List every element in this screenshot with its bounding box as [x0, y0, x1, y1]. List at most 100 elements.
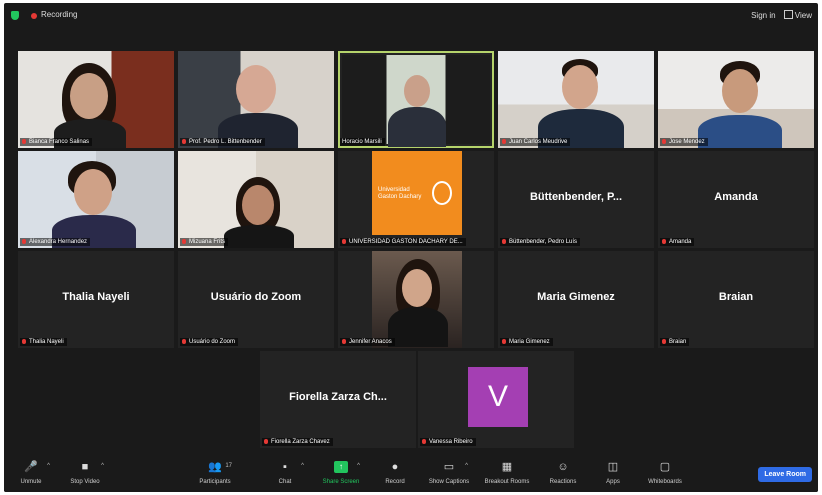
participant-name: Amanda — [669, 239, 692, 245]
participant-name: Thalia Nayeli — [29, 339, 64, 345]
video-tile-universidad[interactable]: Universidad Gaston Dachary UNIVERSIDAD G… — [338, 151, 494, 248]
view-label: View — [794, 11, 812, 20]
person-face — [402, 269, 432, 307]
topbar-right: Sign in View — [745, 10, 812, 20]
participant-label: Prof. Pedro L. Bittenbender — [180, 138, 265, 146]
participant-label: Usuário do Zoom — [180, 338, 239, 346]
video-tile-jose[interactable]: Jose Mendez — [658, 51, 814, 148]
apps-icon: ◫ — [607, 461, 619, 473]
participant-label: Büttenbender, Pedro Luís — [500, 238, 581, 246]
participant-label: Maria Gimenez — [500, 338, 553, 346]
participants-label: Participants — [199, 479, 231, 485]
avatar: V — [468, 367, 528, 427]
logo-text: Universidad Gaston Dachary — [378, 187, 422, 200]
security-shield-icon[interactable] — [11, 11, 19, 20]
participant-name: Maria Gimenez — [509, 339, 550, 345]
university-logo: Universidad Gaston Dachary — [372, 151, 462, 235]
video-tile-amanda[interactable]: Amanda Amanda — [658, 151, 814, 248]
share-screen-icon: ↑ — [334, 461, 348, 473]
video-tile-usuario-zoom[interactable]: Usuário do Zoom Usuário do Zoom — [178, 251, 334, 348]
person-face — [70, 73, 108, 119]
leave-button[interactable]: Leave Room — [758, 467, 812, 482]
participant-label: Horacio Marsili — [340, 138, 385, 146]
participant-name: Braian — [669, 339, 687, 345]
video-tile-fiorella[interactable]: Fiorella Zarza Ch... Fiorella Zarza Chav… — [260, 351, 416, 448]
video-tile-thalia[interactable]: Thalia Nayeli Thalia Nayeli — [18, 251, 174, 348]
muted-mic-icon — [662, 239, 666, 244]
chevron-up-icon[interactable]: ^ — [101, 463, 104, 469]
view-button[interactable]: View — [783, 10, 812, 20]
chevron-up-icon[interactable]: ^ — [465, 463, 468, 469]
chat-label: Chat — [278, 479, 292, 485]
sign-in-link[interactable]: Sign in — [751, 11, 775, 20]
participant-label: Thalia Nayeli — [20, 338, 67, 346]
participant-name: Jose Mendez — [669, 139, 705, 145]
reactions-button[interactable]: ☺ Reactions — [536, 461, 590, 485]
smiley-icon: ☺ — [557, 461, 569, 473]
participant-label: Vanessa Ribeiro — [420, 438, 476, 446]
participant-label: Juan Carlos Meudrive — [500, 138, 571, 146]
participant-display-name: Braian — [718, 291, 754, 303]
participant-name: Alexandra Hernandez — [29, 239, 88, 245]
participant-display-name: Fiorella Zarza Ch... — [289, 391, 387, 403]
participant-label: Braian — [660, 338, 690, 346]
record-icon: ● — [391, 461, 399, 473]
chat-button[interactable]: ▪ ^ Chat — [258, 461, 312, 485]
video-tile-bianca[interactable]: Bianca Franco Salinas — [18, 51, 174, 148]
video-tile-juan-carlos[interactable]: Juan Carlos Meudrive — [498, 51, 654, 148]
person-face — [74, 169, 112, 215]
stop-video-button[interactable]: ■ ^ Stop Video — [58, 461, 112, 485]
unmute-button[interactable]: 🎤 ^ Unmute — [4, 461, 58, 485]
participants-button[interactable]: 👥 17 Participants — [188, 461, 242, 485]
muted-mic-icon — [662, 339, 666, 344]
participant-name: Büttenbender, Pedro Luís — [509, 239, 578, 245]
muted-mic-icon — [182, 339, 186, 344]
muted-mic-icon — [342, 239, 346, 244]
show-captions-button[interactable]: ▭ ^ Show Captions — [422, 461, 476, 485]
muted-mic-icon — [182, 239, 186, 244]
video-tile-jennifer[interactable]: Jennifer Anacos — [338, 251, 494, 348]
muted-mic-icon: 🎤 — [24, 461, 38, 473]
participant-label: Mizuana Frits — [180, 238, 229, 246]
meeting-toolbar: 🎤 ^ Unmute ■ ^ Stop Video 👥 17 Participa… — [4, 458, 818, 492]
apps-button[interactable]: ◫ Apps — [586, 461, 640, 485]
person-face — [722, 69, 758, 113]
share-screen-label: Share Screen — [322, 479, 360, 485]
participant-label: Amanda — [660, 238, 695, 246]
muted-mic-icon — [22, 139, 26, 144]
video-tile-horacio[interactable]: Horacio Marsili — [338, 51, 494, 148]
muted-mic-icon — [502, 239, 506, 244]
breakout-rooms-button[interactable]: ▦ Breakout Rooms — [480, 461, 534, 485]
video-tile-alexandra[interactable]: Alexandra Hernandez — [18, 151, 174, 248]
chevron-up-icon[interactable]: ^ — [47, 463, 50, 469]
share-screen-button[interactable]: ↑ ^ Share Screen — [314, 461, 368, 485]
participant-name: Prof. Pedro L. Bittenbender — [189, 139, 262, 145]
whiteboards-button[interactable]: ▢ Whiteboards — [638, 461, 692, 485]
participant-label: Jose Mendez — [660, 138, 708, 146]
video-tile-mizuana[interactable]: Mizuana Frits — [178, 151, 334, 248]
zoom-meeting-window: Recording Sign in View Bianca Franco Sal… — [4, 3, 818, 492]
muted-mic-icon — [422, 439, 426, 444]
video-tile-maria[interactable]: Maria Gimenez Maria Gimenez — [498, 251, 654, 348]
video-tile-vanessa[interactable]: V Vanessa Ribeiro — [418, 351, 574, 448]
apps-label: Apps — [606, 479, 620, 485]
chevron-up-icon[interactable]: ^ — [357, 463, 360, 469]
video-tile-buttenbender[interactable]: Büttenbender, P... Büttenbender, Pedro L… — [498, 151, 654, 248]
person-body — [698, 115, 782, 148]
participant-display-name: Maria Gimenez — [537, 291, 615, 303]
chevron-up-icon[interactable]: ^ — [301, 463, 304, 469]
participant-display-name: Büttenbender, P... — [529, 191, 623, 203]
video-tile-pedro[interactable]: Prof. Pedro L. Bittenbender — [178, 51, 334, 148]
participant-display-name: Thalia Nayeli — [62, 291, 130, 303]
muted-mic-icon — [264, 439, 268, 444]
muted-mic-icon — [182, 139, 186, 144]
person-face — [236, 65, 276, 113]
person-body — [388, 107, 446, 147]
captions-icon: ▭ — [443, 461, 455, 473]
record-button[interactable]: ● Record — [368, 461, 422, 485]
video-tile-braian[interactable]: Braian Braian — [658, 251, 814, 348]
logo-emblem — [432, 181, 452, 205]
participant-label: Jennifer Anacos — [340, 338, 395, 346]
video-camera-icon: ■ — [81, 461, 89, 473]
participant-name: Bianca Franco Salinas — [29, 139, 90, 145]
